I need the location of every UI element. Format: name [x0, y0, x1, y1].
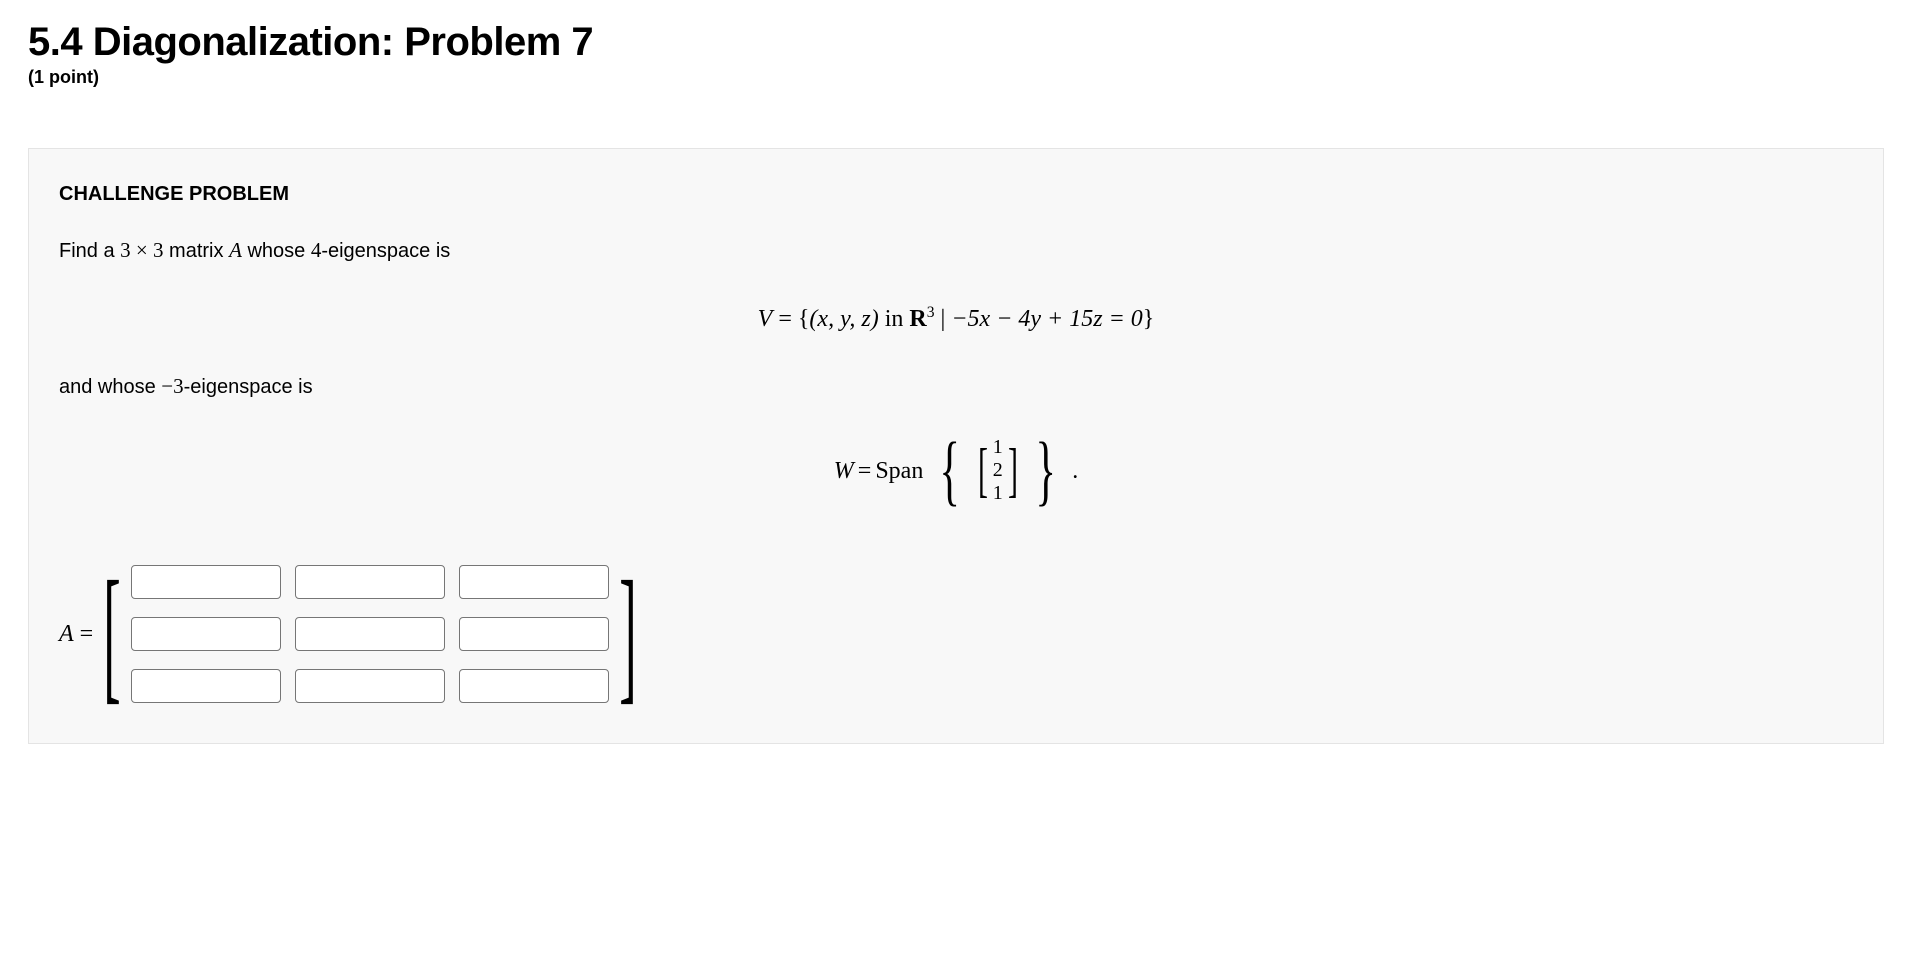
matrix-symbol: A [59, 621, 74, 647]
text: -eigenspace is [184, 376, 313, 398]
page-title: 5.4 Diagonalization: Problem 7 [28, 20, 1884, 65]
bracket-left: [ [103, 573, 120, 696]
eqV-open: { [798, 306, 810, 332]
vec-entry-0: 1 [993, 436, 1003, 459]
vector-column: 1 2 1 [993, 436, 1003, 505]
problem-line-1: Find a 3 × 3 matrix A whose 4-eigenspace… [59, 235, 1853, 267]
points-label: (1 point) [28, 67, 1884, 88]
matrix-input-13[interactable] [459, 565, 609, 599]
vec-entry-1: 2 [993, 459, 1003, 482]
eqW-span: Span [875, 453, 923, 489]
brace-right: } [1035, 439, 1056, 501]
matrix-input-11[interactable] [131, 565, 281, 599]
eqW-period: . [1072, 453, 1078, 489]
equals: = [80, 621, 94, 647]
vec-entry-2: 1 [993, 482, 1003, 505]
matrix-answer-area: A= [ ] [59, 565, 1853, 703]
span-set: { [ 1 2 1 ] } [927, 436, 1068, 505]
brace-left: { [940, 439, 961, 501]
equation-w: W = Span { [ 1 2 1 ] } [59, 436, 1853, 505]
eqV-expr: −5x − 4y + 15z = 0 [951, 306, 1142, 332]
matrix-grid [131, 565, 609, 703]
matrix-symbol: A [229, 238, 242, 262]
eigenvalue-2: −3 [161, 374, 183, 398]
matrix-input-21[interactable] [131, 617, 281, 651]
challenge-label: CHALLENGE PROBLEM [59, 179, 1853, 209]
sq-left: [ [978, 445, 988, 496]
sq-right: ] [1008, 445, 1018, 496]
eqV-R: R [909, 306, 926, 332]
text: -eigenspace is [321, 240, 450, 262]
matrix-input-22[interactable] [295, 617, 445, 651]
eqV-tuple: (x, y, z) [809, 306, 878, 332]
matrix-input-23[interactable] [459, 617, 609, 651]
eqV-bar: | [935, 306, 952, 332]
matrix-input-31[interactable] [131, 669, 281, 703]
matrix-input-33[interactable] [459, 669, 609, 703]
eqW-lhs: W [834, 453, 854, 489]
eqV-close: } [1143, 306, 1155, 332]
text: matrix [164, 240, 230, 262]
text: Find a [59, 240, 120, 262]
problem-box: CHALLENGE PROBLEM Find a 3 × 3 matrix A … [28, 148, 1884, 744]
bracket-right: ] [619, 573, 636, 696]
dim-text: 3 × 3 [120, 238, 163, 262]
matrix-input-12[interactable] [295, 565, 445, 599]
eigenvalue-1: 4 [311, 238, 322, 262]
eqV-exp: 3 [927, 304, 935, 321]
problem-line-2: and whose −3-eigenspace is [59, 371, 1853, 403]
equation-v: V = {(x, y, z) in R3 | −5x − 4y + 15z = … [59, 301, 1853, 337]
text: whose [242, 240, 311, 262]
text: and whose [59, 376, 161, 398]
eqV-eq: = [772, 306, 798, 332]
eqV-in: in [879, 306, 910, 332]
eqV-lhs: V [758, 306, 773, 332]
vector-bracket: [ 1 2 1 ] [973, 436, 1023, 505]
eqW-eq: = [858, 453, 872, 489]
matrix-lhs: A= [59, 616, 93, 652]
matrix-input-32[interactable] [295, 669, 445, 703]
